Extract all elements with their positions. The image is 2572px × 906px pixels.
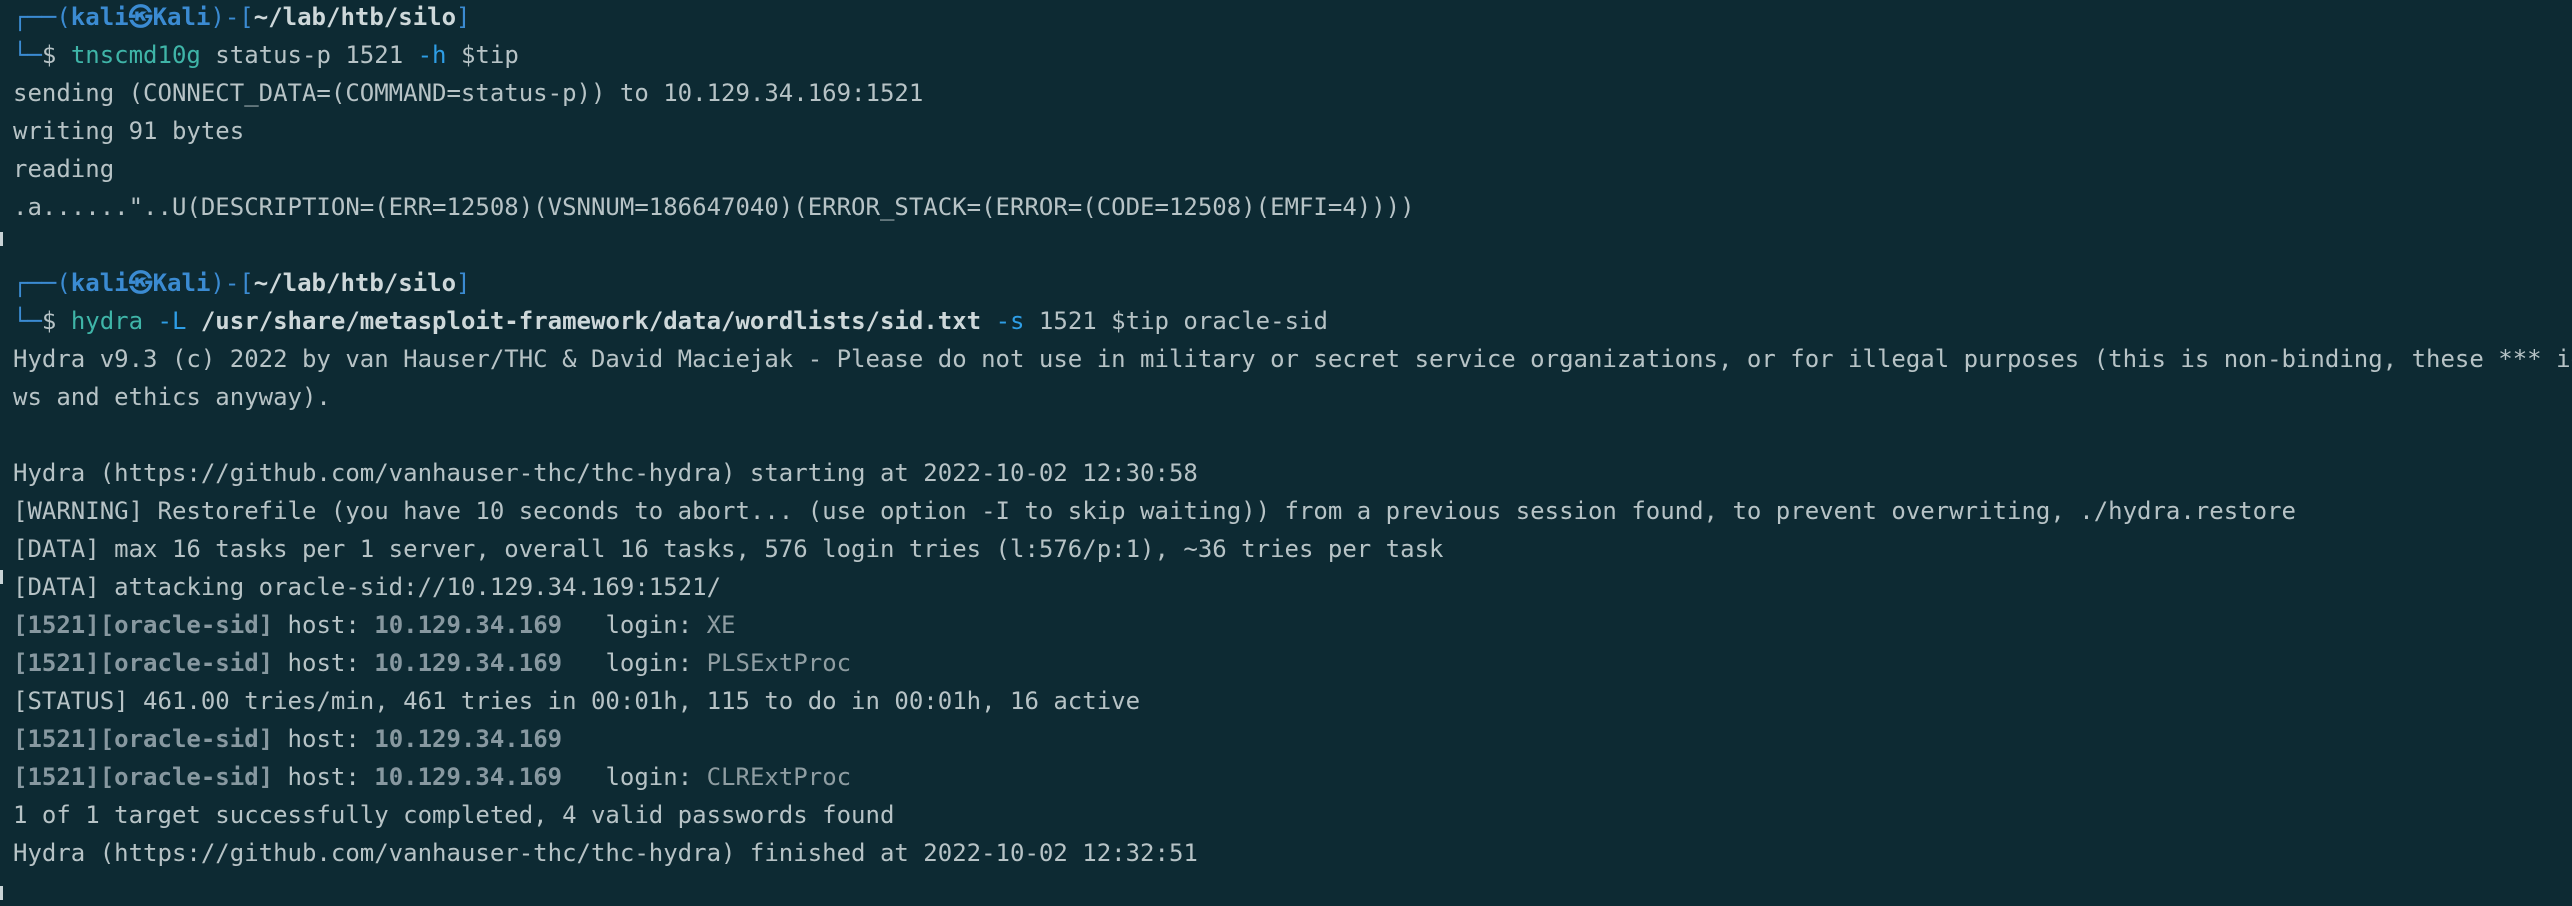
result-port: [1521] (13, 611, 100, 639)
wordlist-path: /usr/share/metasploit-framework/data/wor… (200, 307, 982, 335)
prompt-frame: )-[ (210, 269, 254, 297)
host-label: host: (273, 763, 375, 791)
login-label: login: (562, 611, 707, 639)
host-ip: 10.129.34.169 (374, 725, 563, 753)
output-line: .a......"..U(DESCRIPTION=(ERR=12508)(VSN… (13, 193, 1415, 221)
output-line: writing 91 bytes (13, 117, 245, 145)
host-label: host: (273, 649, 375, 677)
prompt-frame: ┌──( (13, 3, 71, 31)
hydra-finished: Hydra (https://github.com/vanhauser-thc/… (13, 839, 1198, 867)
hydra-data-line: [DATA] max 16 tasks per 1 server, overal… (13, 535, 1444, 563)
command-name: hydra (70, 307, 144, 335)
command-line: └─$ hydra -L /usr/share/metasploit-frame… (13, 302, 2572, 340)
result-module: [oracle-sid] (99, 611, 274, 639)
result-port: [1521] (13, 725, 100, 753)
command-option: -h (417, 41, 447, 69)
output-line: sending (CONNECT_DATA=(COMMAND=status-p)… (13, 79, 924, 107)
hydra-data-line: [DATA] attacking oracle-sid://10.129.34.… (13, 573, 722, 601)
login-value: XE (706, 611, 736, 639)
hydra-warning: [WARNING] Restorefile (you have 10 secon… (13, 497, 2296, 525)
prompt-frame: )-[ (210, 3, 254, 31)
command-name: tnscmd10g (70, 41, 201, 69)
result-module: [oracle-sid] (99, 725, 274, 753)
prompt-user: kali㉿Kali (70, 269, 211, 297)
command-option: -L (143, 307, 201, 335)
prompt-user: kali㉿Kali (70, 3, 211, 31)
prompt-path: ~/lab/htb/silo (253, 269, 457, 297)
login-value: CLRExtProc (706, 763, 852, 791)
hydra-result: [1521][oracle-sid] host: 10.129.34.169 l… (13, 644, 2572, 682)
host-ip: 10.129.34.169 (374, 763, 563, 791)
command-args: $tip (446, 41, 519, 69)
hydra-starting: Hydra (https://github.com/vanhauser-thc/… (13, 459, 1198, 487)
prompt-frame: ] (456, 3, 471, 31)
host-ip: 10.129.34.169 (374, 649, 563, 677)
hydra-banner: ws and ethics anyway). (13, 383, 331, 411)
host-label: host: (273, 725, 375, 753)
prompt-path: ~/lab/htb/silo (253, 3, 457, 31)
command-args: status-p 1521 (200, 41, 418, 69)
prompt-header: ┌──(kali㉿Kali)-[~/lab/htb/silo] (13, 264, 2572, 302)
prompt-frame: └─ (13, 307, 42, 335)
prompt-frame: ┌──( (13, 269, 71, 297)
host-label: host: (273, 611, 375, 639)
prompt-dollar: $ (41, 41, 71, 69)
hydra-banner: Hydra v9.3 (c) 2022 by van Hauser/THC & … (13, 345, 2572, 373)
login-value: PLSExtProc (706, 649, 852, 677)
result-module: [oracle-sid] (99, 763, 274, 791)
prompt-frame: ] (456, 269, 471, 297)
host-ip: 10.129.34.169 (374, 611, 563, 639)
hydra-result: [1521][oracle-sid] host: 10.129.34.169 l… (13, 606, 2572, 644)
login-label: login: (562, 649, 707, 677)
result-port: [1521] (13, 649, 100, 677)
output-line: reading (13, 155, 115, 183)
terminal-window[interactable]: ┌──(kali㉿Kali)-[~/lab/htb/silo] └─$ tnsc… (0, 0, 2572, 904)
hydra-result: [1521][oracle-sid] host: 10.129.34.169 l… (13, 758, 2572, 796)
command-option: -s (981, 307, 1025, 335)
hydra-summary: 1 of 1 target successfully completed, 4 … (13, 801, 895, 829)
hydra-result: [1521][oracle-sid] host: 10.129.34.169 (13, 720, 2572, 758)
command-args: 1521 $tip oracle-sid (1024, 307, 1328, 335)
edge-tick (0, 232, 3, 246)
hydra-status: [STATUS] 461.00 tries/min, 461 tries in … (13, 687, 1141, 715)
prompt-frame: └─ (13, 41, 42, 69)
prompt-dollar: $ (41, 307, 71, 335)
result-port: [1521] (13, 763, 100, 791)
result-module: [oracle-sid] (99, 649, 274, 677)
command-line: └─$ tnscmd10g status-p 1521 -h $tip (13, 36, 2572, 74)
login-label: login: (562, 763, 707, 791)
edge-tick (0, 570, 3, 584)
edge-tick (0, 886, 3, 900)
prompt-header: ┌──(kali㉿Kali)-[~/lab/htb/silo] (13, 0, 2572, 36)
